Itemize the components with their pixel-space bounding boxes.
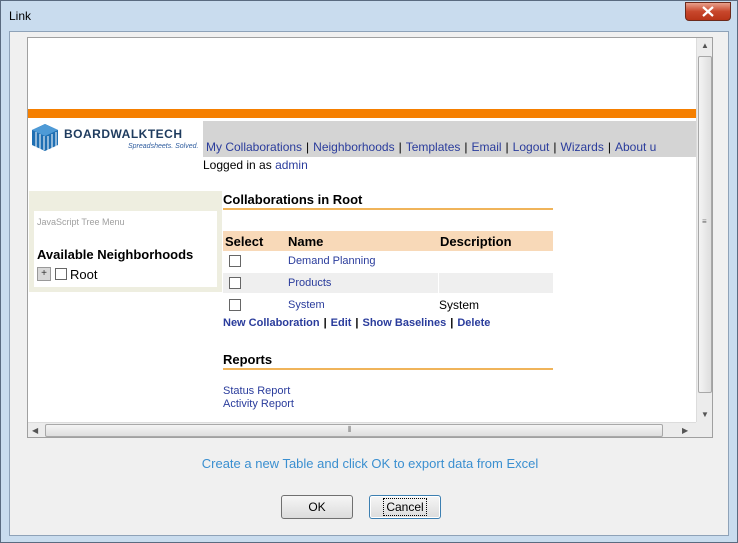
collaborations-heading: Collaborations in Root bbox=[223, 192, 363, 207]
nav-links: My Collaborations | Neighborhoods | Template… bbox=[206, 140, 656, 154]
collaboration-name-link[interactable]: System bbox=[288, 299, 325, 311]
cell-divider bbox=[438, 273, 439, 293]
edit-link[interactable]: Edit bbox=[331, 317, 352, 329]
nav-neighborhoods[interactable]: Neighborhoods bbox=[313, 140, 394, 154]
ok-button-label: OK bbox=[308, 500, 326, 514]
close-button[interactable] bbox=[685, 2, 731, 21]
logged-in-status: Logged in as admin bbox=[203, 158, 308, 172]
close-icon bbox=[702, 6, 714, 17]
row-select-checkbox[interactable] bbox=[229, 255, 241, 267]
collaboration-name-link[interactable]: Products bbox=[288, 277, 331, 289]
ok-button[interactable]: OK bbox=[281, 495, 353, 519]
scroll-right-arrow-icon[interactable]: ▶ bbox=[682, 426, 688, 435]
current-user-link[interactable]: admin bbox=[275, 158, 308, 172]
tree-menu-title: JavaScript Tree Menu bbox=[37, 217, 125, 227]
window-title: Link bbox=[9, 9, 32, 23]
status-report-link[interactable]: Status Report bbox=[223, 385, 290, 397]
title-bar: Link bbox=[1, 1, 737, 31]
nav-separator: | bbox=[306, 140, 310, 154]
column-header-name: Name bbox=[288, 234, 324, 249]
cube-logo-icon bbox=[32, 124, 58, 151]
action-separator: | bbox=[355, 317, 359, 329]
nav-wizards[interactable]: Wizards bbox=[561, 140, 604, 154]
delete-link[interactable]: Delete bbox=[457, 317, 490, 329]
activity-report-link[interactable]: Activity Report bbox=[223, 398, 294, 410]
scroll-up-arrow-icon[interactable]: ▲ bbox=[701, 41, 709, 50]
scrollbar-corner bbox=[696, 422, 712, 437]
row-select-checkbox[interactable] bbox=[229, 299, 241, 311]
table-row: System System bbox=[223, 295, 553, 315]
show-baselines-link[interactable]: Show Baselines bbox=[363, 317, 447, 329]
nav-my-collaborations[interactable]: My Collaborations bbox=[206, 140, 302, 154]
horizontal-scrollbar[interactable]: ◀ ⦀ ▶ bbox=[28, 422, 696, 437]
neighborhood-sidebar: JavaScript Tree Menu Available Neighborh… bbox=[29, 191, 222, 292]
table-header: Select Name Description bbox=[223, 231, 553, 251]
vertical-scrollbar[interactable]: ▲ ≡ ▼ bbox=[696, 38, 712, 423]
scroll-down-arrow-icon[interactable]: ▼ bbox=[701, 410, 709, 419]
nav-templates[interactable]: Templates bbox=[406, 140, 461, 154]
collaboration-name-link[interactable]: Demand Planning bbox=[288, 255, 375, 267]
action-separator: | bbox=[450, 317, 454, 329]
top-navigation: My Collaborations | Neighborhoods | Template… bbox=[203, 121, 696, 157]
cancel-button-label: Cancel bbox=[383, 498, 427, 516]
logged-in-label: Logged in as bbox=[203, 158, 272, 172]
root-checkbox[interactable] bbox=[55, 268, 67, 280]
link-dialog: Link BOARDWALKTECH Spreadsheets. Solved. bbox=[0, 0, 738, 543]
cancel-button[interactable]: Cancel bbox=[369, 495, 441, 519]
vertical-scroll-thumb[interactable]: ≡ bbox=[698, 56, 712, 393]
action-separator: | bbox=[323, 317, 327, 329]
nav-email[interactable]: Email bbox=[472, 140, 502, 154]
new-collaboration-link[interactable]: New Collaboration bbox=[223, 317, 320, 329]
tree-item-root: + Root bbox=[37, 265, 97, 283]
row-select-checkbox[interactable] bbox=[229, 277, 241, 289]
nav-separator: | bbox=[505, 140, 509, 154]
heading-underline bbox=[223, 208, 553, 210]
table-row: Demand Planning bbox=[223, 251, 553, 271]
export-hint-text: Create a new Table and click OK to expor… bbox=[201, 456, 539, 471]
column-header-description: Description bbox=[440, 234, 512, 249]
tree-menu: JavaScript Tree Menu Available Neighborh… bbox=[34, 211, 217, 287]
column-header-select: Select bbox=[225, 234, 264, 249]
nav-separator: | bbox=[553, 140, 557, 154]
boardwalktech-logo: BOARDWALKTECH Spreadsheets. Solved. bbox=[28, 121, 203, 157]
grip-icon: ≡ bbox=[702, 217, 707, 226]
tree-item-label[interactable]: Root bbox=[70, 267, 97, 282]
logo-wordmark: BOARDWALKTECH bbox=[64, 127, 183, 141]
nav-separator: | bbox=[607, 140, 611, 154]
reports-heading: Reports bbox=[223, 352, 273, 367]
scroll-left-arrow-icon[interactable]: ◀ bbox=[32, 426, 38, 435]
nav-about[interactable]: About u bbox=[615, 140, 656, 154]
horizontal-scroll-thumb[interactable]: ⦀ bbox=[45, 424, 663, 437]
collaboration-actions: New Collaboration | Edit | Show Baselines | De… bbox=[223, 317, 490, 329]
collaboration-description: System bbox=[439, 298, 480, 312]
expand-icon[interactable]: + bbox=[37, 267, 51, 281]
embedded-web-frame: BOARDWALKTECH Spreadsheets. Solved. My C… bbox=[27, 37, 713, 438]
nav-separator: | bbox=[398, 140, 402, 154]
nav-separator: | bbox=[464, 140, 468, 154]
table-row: Products bbox=[223, 273, 553, 293]
header-accent-bar bbox=[28, 109, 696, 118]
heading-underline bbox=[223, 368, 553, 370]
dialog-client-area: BOARDWALKTECH Spreadsheets. Solved. My C… bbox=[9, 31, 729, 536]
logo-tagline: Spreadsheets. Solved. bbox=[128, 143, 199, 150]
available-neighborhoods-heading: Available Neighborhoods bbox=[37, 247, 194, 262]
grip-icon: ⦀ bbox=[348, 425, 352, 434]
nav-logout[interactable]: Logout bbox=[513, 140, 550, 154]
